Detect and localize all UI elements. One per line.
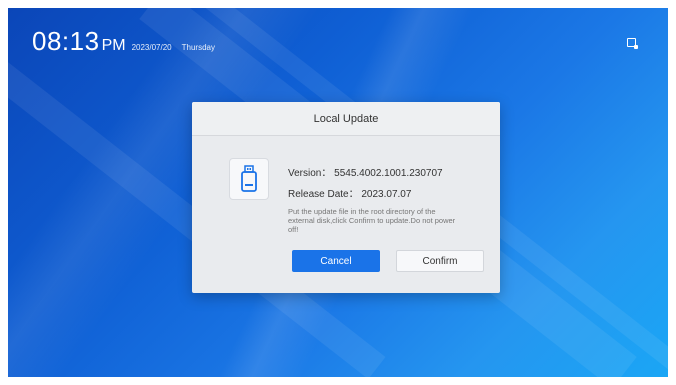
local-update-dialog: Local Update Version： 5545.4002.1001.230… — [192, 102, 500, 293]
clock-ampm: PM — [101, 37, 126, 54]
dialog-title: Local Update — [313, 112, 379, 125]
clock-day: Thursday — [181, 43, 215, 52]
clock-time: 08:13 — [32, 26, 100, 56]
screen-capture-icon[interactable] — [627, 38, 638, 49]
release-date-text: Release Date： 2023.07.07 — [288, 189, 412, 200]
clock-date: 2023/07/20 — [131, 43, 172, 52]
confirm-button[interactable]: Confirm — [396, 250, 484, 272]
clock-widget: 08:13 PM 2023/07/20 Thursday — [32, 26, 215, 57]
dialog-header: Local Update — [192, 102, 500, 136]
cancel-button[interactable]: Cancel — [292, 250, 380, 272]
usb-drive-icon-box — [229, 158, 269, 200]
usb-drive-icon — [241, 165, 257, 192]
update-instructions: Put the update file in the root director… — [288, 207, 456, 234]
version-text: Version： 5545.4002.1001.230707 — [288, 168, 443, 179]
